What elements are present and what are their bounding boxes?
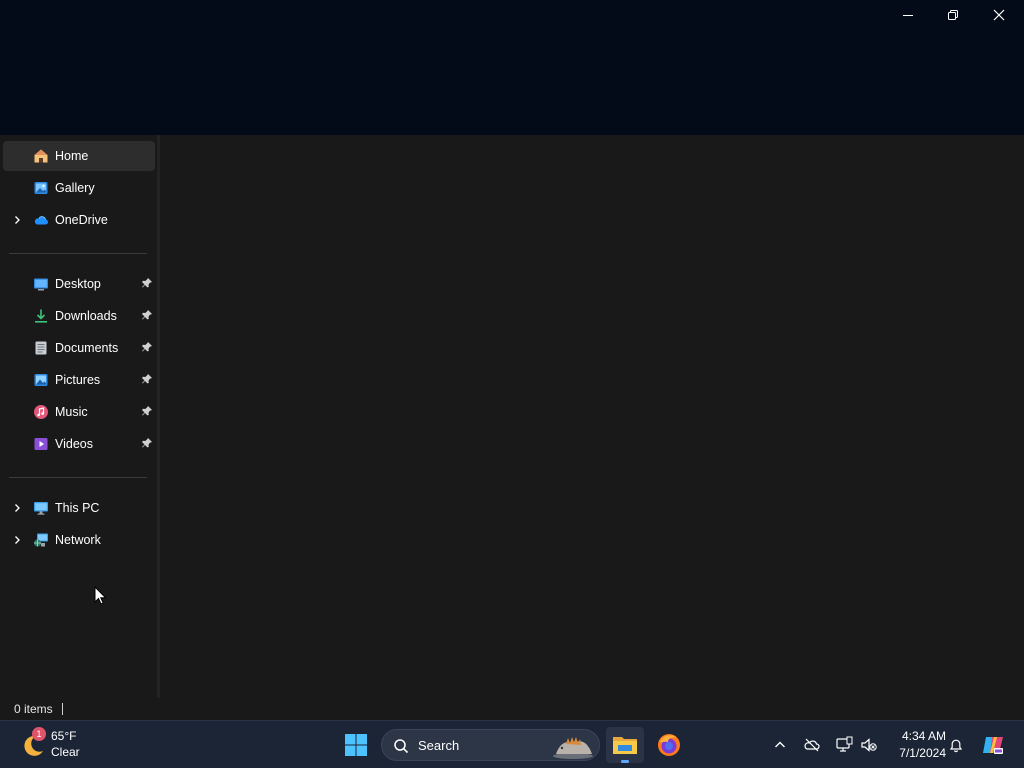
restore-button[interactable]: [930, 0, 976, 30]
pin-icon[interactable]: [141, 277, 153, 289]
sidebar-item-network[interactable]: Network: [3, 525, 155, 555]
sidebar-item-label: This PC: [55, 501, 100, 515]
pin-icon[interactable]: [141, 405, 153, 417]
title-bar: [0, 0, 1024, 135]
minimize-button[interactable]: [885, 0, 931, 30]
sidebar-item-desktop[interactable]: Desktop: [3, 269, 155, 299]
taskbar-firefox[interactable]: [650, 727, 688, 763]
sidebar-item-gallery[interactable]: Gallery: [3, 173, 155, 203]
pin-icon[interactable]: [141, 437, 153, 449]
mouse-cursor-icon: [94, 586, 107, 605]
sidebar-divider: [9, 253, 147, 254]
chevron-right-icon[interactable]: [11, 214, 23, 226]
status-bar: 0 items: [0, 698, 1024, 720]
chevron-right-icon[interactable]: [11, 534, 23, 546]
taskbar-search[interactable]: Search: [381, 729, 600, 761]
taskbar-file-explorer[interactable]: [606, 727, 644, 763]
taskbar: 1 65°F Clear Search 4:34 AM 7/1/2024: [0, 720, 1024, 768]
bell-icon: [949, 739, 963, 753]
sidebar-item-pictures[interactable]: Pictures: [3, 365, 155, 395]
file-list-area[interactable]: [160, 135, 1024, 698]
onedrive-offline-icon: [804, 738, 820, 752]
sidebar-item-label: Documents: [55, 341, 119, 355]
home-icon: [34, 149, 48, 163]
downloads-icon: [35, 309, 47, 323]
status-divider: [62, 703, 63, 715]
weather-widget[interactable]: 1 65°F Clear: [14, 727, 104, 763]
clock-time: 4:34 AM: [901, 729, 946, 743]
sidebar-item-onedrive[interactable]: OneDrive: [3, 205, 155, 235]
network-status-icon: [836, 736, 853, 752]
videos-icon: [34, 438, 48, 450]
gallery-icon: [34, 182, 48, 194]
sidebar-item-label: Network: [55, 533, 101, 547]
tray-network[interactable]: [832, 733, 856, 757]
sidebar-item-this-pc[interactable]: This PC: [3, 493, 155, 523]
tray-onedrive[interactable]: [800, 733, 824, 757]
close-button[interactable]: [976, 0, 1022, 30]
pictures-icon: [34, 374, 48, 386]
copilot-icon: [983, 737, 1003, 754]
desktop-folder-icon: [34, 278, 48, 291]
start-button[interactable]: [340, 729, 372, 761]
weather-condition: Clear: [51, 745, 80, 759]
tray-volume[interactable]: [857, 733, 881, 757]
search-icon: [394, 739, 409, 754]
sidebar-item-documents[interactable]: Documents: [3, 333, 155, 363]
notifications-button[interactable]: [944, 733, 968, 757]
restore-icon: [948, 10, 958, 20]
sidebar-item-label: Gallery: [55, 181, 95, 195]
documents-icon: [35, 341, 47, 355]
network-icon: [34, 533, 48, 547]
minimize-icon: [903, 15, 913, 16]
navigation-pane: Home Gallery OneDrive Desktop Downloads …: [0, 135, 158, 698]
clock[interactable]: 4:34 AM 7/1/2024: [888, 729, 946, 760]
chevron-right-icon[interactable]: [11, 502, 23, 514]
sidebar-divider: [9, 477, 147, 478]
chevron-up-icon: [775, 741, 785, 748]
sidebar-item-label: Music: [55, 405, 88, 419]
show-hidden-icons-button[interactable]: [768, 733, 792, 757]
music-icon: [34, 405, 48, 419]
search-highlight-image: [553, 737, 593, 759]
sidebar-item-label: Pictures: [55, 373, 101, 387]
copilot-button[interactable]: [980, 732, 1006, 758]
weather-temperature: 65°F: [51, 729, 77, 743]
sidebar-item-label: Desktop: [55, 277, 101, 291]
sidebar-item-label: Home: [55, 149, 89, 163]
sidebar-item-home[interactable]: Home: [3, 141, 155, 171]
clock-date: 7/1/2024: [899, 746, 946, 760]
sidebar-item-label: Videos: [55, 437, 93, 451]
sidebar-item-music[interactable]: Music: [3, 397, 155, 427]
windows-logo-icon: [345, 734, 367, 756]
search-label: Search: [418, 738, 460, 753]
volume-muted-icon: [861, 738, 877, 752]
pin-icon[interactable]: [141, 373, 153, 385]
active-app-indicator: [621, 760, 629, 763]
sidebar-item-videos[interactable]: Videos: [3, 429, 155, 459]
firefox-icon: [658, 734, 680, 756]
pin-icon[interactable]: [141, 341, 153, 353]
sidebar-item-label: Downloads: [55, 309, 117, 323]
onedrive-icon: [34, 216, 48, 225]
sidebar-item-label: OneDrive: [55, 213, 108, 227]
pin-icon[interactable]: [141, 309, 153, 321]
close-icon: [993, 9, 1005, 21]
this-pc-icon: [34, 502, 48, 515]
file-explorer-icon: [613, 737, 637, 754]
sidebar-item-downloads[interactable]: Downloads: [3, 301, 155, 331]
weather-notification-badge: 1: [32, 727, 46, 741]
item-count: 0 items: [14, 702, 53, 716]
